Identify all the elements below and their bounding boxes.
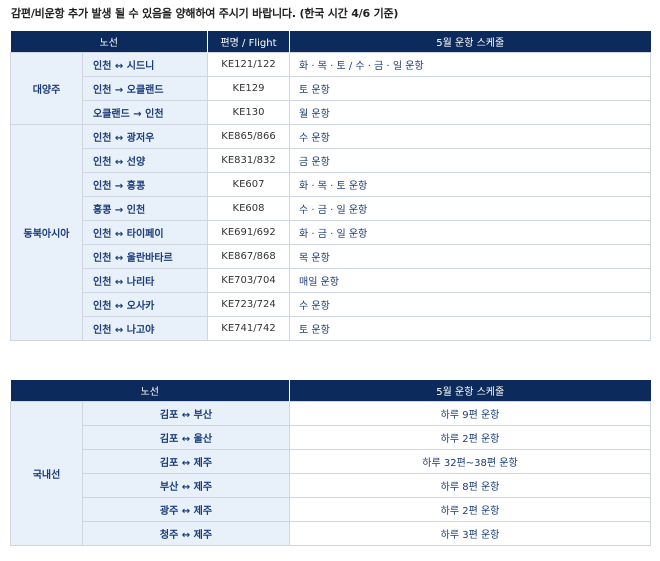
route-cell: 홍콩 → 인천 [82,196,208,221]
flight-cell: KE831/832 [207,148,290,173]
table-row: 인천 ↔ 타이페이 KE691/692 화 · 금 · 일 운항 [11,220,651,245]
table-row: 부산 ↔ 제주 하루 8편 운항 [11,473,651,498]
domestic-schedule-table: 노선 5월 운항 스케줄 국내선 김포 ↔ 부산 하루 9편 운항 김포 ↔ 울… [10,380,651,546]
table-row: 인천 ↔ 오사카 KE723/724 수 운항 [11,292,651,317]
route-cell: 부산 ↔ 제주 [82,473,290,498]
route-cell: 인천 ↔ 타이페이 [82,220,208,245]
schedule-cell: 화 · 목 · 토 운항 [289,172,651,197]
header-route: 노선 [10,31,208,53]
schedule-cell: 하루 8편 운항 [289,473,651,498]
international-schedule-table: 노선 편명 / Flight 5월 운항 스케줄 대양주 인천 ↔ 시드니 KE… [10,31,651,341]
schedule-cell: 수 운항 [289,292,651,317]
flight-cell: KE129 [207,76,290,101]
table-row: 대양주 인천 ↔ 시드니 KE121/122 화 · 목 · 토 / 수 · 금… [10,52,651,125]
route-cell: 인천 → 홍콩 [82,172,208,197]
route-cell: 광주 ↔ 제주 [82,497,290,522]
flight-cell: KE703/704 [207,268,290,293]
flight-cell: KE865/866 [207,124,290,149]
flight-cell: KE608 [207,196,290,221]
table-row: 김포 ↔ 제주 하루 32편~38편 운항 [11,449,651,474]
flight-cell: KE691/692 [207,220,290,245]
schedule-cell: 매일 운항 [289,268,651,293]
schedule-cell: 하루 9편 운항 [289,401,651,426]
table-header-row: 노선 편명 / Flight 5월 운항 스케줄 [10,31,651,53]
table-row: 동북아시아 인천 ↔ 광저우 KE865/866 수 운항 [10,124,651,341]
table-row: 인천 → 홍콩 KE607 화 · 목 · 토 운항 [11,172,651,197]
schedule-cell: 하루 32편~38편 운항 [289,449,651,474]
header-route: 노선 [10,380,290,402]
route-cell: 인천 ↔ 나고야 [82,316,208,341]
schedule-cell: 토 운항 [289,76,651,101]
schedule-cell: 화 · 목 · 토 / 수 · 금 · 일 운항 [289,52,651,77]
route-cell: 김포 ↔ 제주 [82,449,290,474]
schedule-cell: 하루 3편 운항 [289,521,651,546]
flight-cell: KE130 [207,100,290,125]
route-cell: 인천 ↔ 나리타 [82,268,208,293]
region-northeast-asia: 동북아시아 [10,124,83,341]
schedule-cell: 하루 2편 운항 [289,425,651,450]
table-row: 인천 ↔ 선양 KE831/832 금 운항 [11,148,651,173]
route-cell: 김포 ↔ 부산 [82,401,290,426]
table-header-row: 노선 5월 운항 스케줄 [10,380,651,402]
route-cell: 인천 → 오클랜드 [82,76,208,101]
flight-cell: KE607 [207,172,290,197]
table-row: 인천 ↔ 나리타 KE703/704 매일 운항 [11,268,651,293]
header-schedule: 5월 운항 스케줄 [289,380,651,402]
route-cell: 인천 ↔ 오사카 [82,292,208,317]
region-oceania: 대양주 [10,52,83,125]
table-row: 오클랜드 → 인천 KE130 월 운항 [11,100,651,125]
table-row: 김포 ↔ 울산 하루 2편 운항 [11,425,651,450]
flight-cell: KE723/724 [207,292,290,317]
flight-cell: KE867/868 [207,244,290,269]
schedule-cell: 하루 2편 운항 [289,497,651,522]
route-cell: 인천 ↔ 광저우 [82,124,208,149]
schedule-cell: 목 운항 [289,244,651,269]
header-flight: 편명 / Flight [207,31,290,53]
flight-cell: KE121/122 [207,52,290,77]
schedule-cell: 수 운항 [289,124,651,149]
table-row: 인천 ↔ 울란바타르 KE867/868 목 운항 [11,244,651,269]
route-cell: 인천 ↔ 시드니 [82,52,208,77]
table-row: 광주 ↔ 제주 하루 2편 운항 [11,497,651,522]
schedule-cell: 월 운항 [289,100,651,125]
region-domestic: 국내선 [10,401,83,546]
header-schedule: 5월 운항 스케줄 [289,31,651,53]
notice-text: 감편/비운항 추가 발생 될 수 있음을 양해하여 주시기 바랍니다. (한국 … [11,7,399,20]
table-row: 국내선 김포 ↔ 부산 하루 9편 운항 [10,401,651,546]
route-cell: 청주 ↔ 제주 [82,521,290,546]
schedule-cell: 금 운항 [289,148,651,173]
schedule-cell: 화 · 금 · 일 운항 [289,220,651,245]
route-cell: 인천 ↔ 울란바타르 [82,244,208,269]
table-row: 인천 → 오클랜드 KE129 토 운항 [11,76,651,101]
route-cell: 인천 ↔ 선양 [82,148,208,173]
table-row: 청주 ↔ 제주 하루 3편 운항 [11,521,651,546]
flight-cell: KE741/742 [207,316,290,341]
route-cell: 오클랜드 → 인천 [82,100,208,125]
schedule-cell: 수 · 금 · 일 운항 [289,196,651,221]
table-row: 인천 ↔ 나고야 KE741/742 토 운항 [11,316,651,341]
route-cell: 김포 ↔ 울산 [82,425,290,450]
schedule-cell: 토 운항 [289,316,651,341]
table-row: 홍콩 → 인천 KE608 수 · 금 · 일 운항 [11,196,651,221]
